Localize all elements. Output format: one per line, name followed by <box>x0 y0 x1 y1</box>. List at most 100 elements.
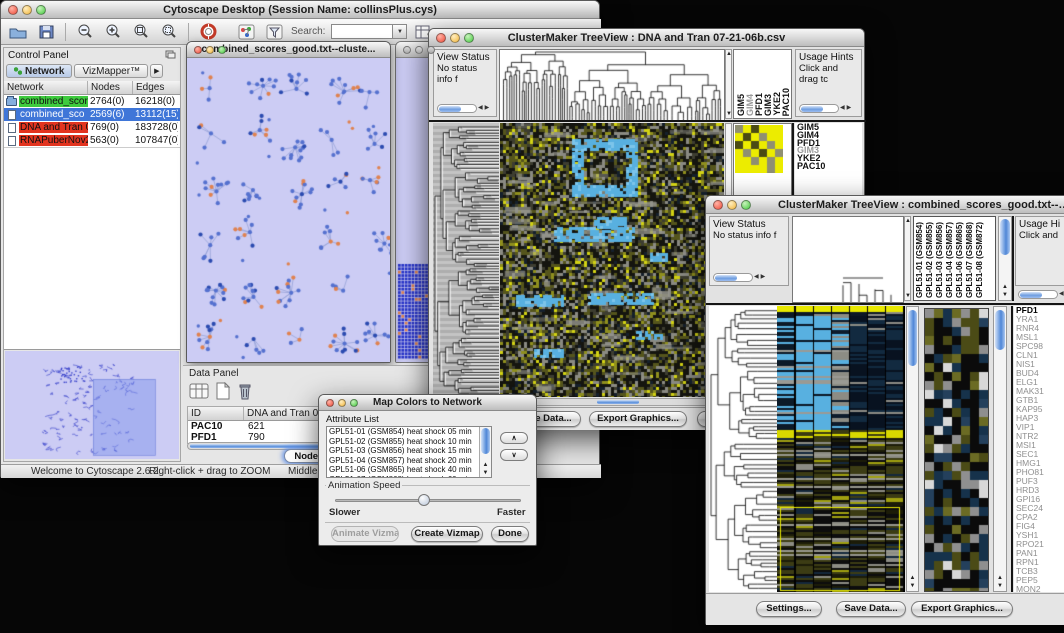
scroll-left-icon[interactable]: ◀ <box>839 104 846 113</box>
zoom-in-icon[interactable] <box>102 22 124 42</box>
zoom-selected-icon[interactable] <box>158 22 180 42</box>
column-header-edges[interactable]: Edges <box>133 81 180 94</box>
tabs-overflow-arrow[interactable]: ▶ <box>150 64 163 78</box>
tv2-top-scrollbar[interactable]: ▲ ▼ <box>904 216 911 301</box>
scroll-up-icon[interactable]: ▲ <box>726 50 731 58</box>
attribute-item[interactable]: GPL51-07 (GSM868) heat shock 60 min <box>327 475 491 479</box>
attribute-item[interactable]: GPL51-01 (GSM854) heat shock 05 min <box>327 427 491 437</box>
scroll-down-icon[interactable]: ▼ <box>999 291 1011 299</box>
column-header-network[interactable]: Network <box>4 81 88 94</box>
scroll-up-icon[interactable]: ▲ <box>907 574 918 582</box>
column-label[interactable]: GPL51-04 (GSM857) <box>946 222 954 298</box>
zoom-button[interactable] <box>218 46 226 54</box>
attribute-item[interactable]: GPL51-02 (GSM855) heat shock 10 min <box>327 437 491 447</box>
close-button[interactable] <box>194 46 202 54</box>
delete-attribute-icon[interactable] <box>237 382 253 405</box>
scroll-up-icon[interactable]: ▲ <box>994 574 1006 582</box>
scroll-up-icon[interactable]: ▲ <box>999 283 1011 291</box>
tv2-detail-scrollbar[interactable]: ▲ ▼ <box>993 306 1007 592</box>
attribute-listbox[interactable]: GPL51-01 (GSM854) heat shock 05 minGPL51… <box>326 426 492 478</box>
minimize-button[interactable] <box>206 46 214 54</box>
tv1-heatmap-canvas[interactable] <box>500 123 724 397</box>
tv2-detail-heatmap-canvas[interactable] <box>924 308 989 592</box>
zoom-fit-icon[interactable] <box>130 22 152 42</box>
column-label[interactable]: PAC10 <box>782 88 791 116</box>
minimize-button[interactable] <box>415 46 423 54</box>
float-panel-icon[interactable] <box>165 50 176 62</box>
save-data-button[interactable]: Save Data... <box>836 601 906 617</box>
minimize-button[interactable] <box>338 399 346 407</box>
column-label[interactable]: GPL51-07 (GSM868) <box>966 222 974 298</box>
scroll-down-icon[interactable]: ▼ <box>994 582 1006 590</box>
move-up-button[interactable]: ∧ <box>500 432 528 444</box>
listbox-scrollbar[interactable]: ▲ ▼ <box>479 427 491 477</box>
scroll-right-icon[interactable]: ▶ <box>484 104 491 113</box>
minimize-button[interactable] <box>727 200 737 210</box>
done-button[interactable]: Done <box>491 526 529 542</box>
move-down-button[interactable]: ∨ <box>500 449 528 461</box>
close-button[interactable] <box>436 33 446 43</box>
select-attributes-icon[interactable] <box>189 382 209 405</box>
tv1-detail-matrix-canvas[interactable] <box>735 125 783 173</box>
column-header-nodes[interactable]: Nodes <box>88 81 133 94</box>
tv2-usage-scrollbar[interactable]: ◀ ▶ <box>1018 289 1064 299</box>
attribute-item[interactable]: GPL51-04 (GSM857) heat shock 20 min <box>327 456 491 466</box>
close-button[interactable] <box>403 46 411 54</box>
network-row[interactable]: RNAPuberNov2+I563(0)107847(0) <box>4 134 180 147</box>
treeview2-titlebar[interactable]: ClusterMaker TreeView : combined_scores_… <box>706 196 1064 214</box>
scroll-right-icon[interactable]: ▶ <box>846 104 853 113</box>
minimize-button[interactable] <box>450 33 460 43</box>
tv2-vertical-scrollbar[interactable]: ▲ ▼ <box>906 306 919 592</box>
save-session-icon[interactable] <box>35 22 57 42</box>
tab-network[interactable]: Network <box>6 64 72 78</box>
close-button[interactable] <box>8 5 18 15</box>
tv1-status-scrollbar[interactable]: ◀ ▶ <box>437 103 490 113</box>
scroll-left-icon[interactable]: ◀ <box>753 273 760 282</box>
attribute-item[interactable]: GPL51-06 (GSM865) heat shock 40 min <box>327 465 491 475</box>
minimize-button[interactable] <box>22 5 32 15</box>
column-label[interactable]: GPL51-06 (GSM865) <box>956 222 964 298</box>
close-button[interactable] <box>713 200 723 210</box>
column-label[interactable]: GPL51-02 (GSM855) <box>926 222 934 298</box>
network-row[interactable]: combined_scores2764(0)16218(0) <box>4 95 180 108</box>
tv1-usage-scrollbar[interactable]: ◀ ▶ <box>799 103 852 113</box>
scroll-left-icon[interactable]: ◀ <box>477 104 484 113</box>
search-dropdown-icon[interactable]: ▼ <box>393 24 407 39</box>
scroll-down-icon[interactable]: ▼ <box>480 469 491 477</box>
filter-icon[interactable] <box>263 22 285 42</box>
tv2-row-dendrogram-canvas[interactable] <box>709 306 777 592</box>
overview-canvas[interactable] <box>5 351 179 459</box>
tab-vizmapper[interactable]: VizMapper™ <box>74 64 148 78</box>
slider-thumb[interactable] <box>418 494 430 506</box>
tv1-column-dendrogram-canvas[interactable] <box>499 49 725 121</box>
network-row[interactable]: DNA and Tran 07769(0)183728(0) <box>4 121 180 134</box>
search-field[interactable] <box>331 24 393 39</box>
column-label[interactable]: GPL51-01 (GSM854) <box>916 222 924 298</box>
scroll-left-icon[interactable]: ◀ <box>1058 290 1064 299</box>
tv1-row-dendrogram-canvas[interactable] <box>433 123 499 397</box>
network-row[interactable]: combined_sco2569(6)13112(15) <box>4 108 180 121</box>
row-label[interactable]: PAC10 <box>797 163 860 171</box>
zoom-button[interactable] <box>741 200 751 210</box>
help-lifering-icon[interactable] <box>197 22 219 42</box>
attribute-item[interactable]: GPL51-03 (GSM856) heat shock 15 min <box>327 446 491 456</box>
scroll-right-icon[interactable]: ▶ <box>760 273 767 282</box>
plugins-icon[interactable] <box>235 22 257 42</box>
column-label[interactable]: GPL51-03 (GSM856) <box>936 222 944 298</box>
tv2-labels-scrollbar[interactable]: ▲ ▼ <box>998 216 1012 301</box>
zoom-button[interactable] <box>350 399 358 407</box>
new-attribute-icon[interactable] <box>215 382 231 405</box>
tv2-heatmap-canvas[interactable] <box>777 306 905 592</box>
zoom-button[interactable] <box>36 5 46 15</box>
cytoscape-titlebar[interactable]: Cytoscape Desktop (Session Name: collins… <box>1 1 599 19</box>
close-button[interactable] <box>326 399 334 407</box>
export-graphics-button[interactable]: Export Graphics... <box>589 411 687 427</box>
tv1-top-scrollbar[interactable]: ▲ ▼ <box>725 49 732 119</box>
create-vizmap-button[interactable]: Create Vizmap <box>411 526 483 542</box>
tv2-status-scrollbar[interactable]: ◀ ▶ <box>713 272 766 282</box>
scroll-down-icon[interactable]: ▼ <box>905 292 910 300</box>
gene-label[interactable]: MON2 <box>1016 585 1064 592</box>
scroll-down-icon[interactable]: ▼ <box>726 110 731 118</box>
network-view-titlebar[interactable]: combined_scores_good.txt--cluste... <box>187 42 390 58</box>
tv2-column-dendrogram-canvas[interactable] <box>792 216 904 303</box>
